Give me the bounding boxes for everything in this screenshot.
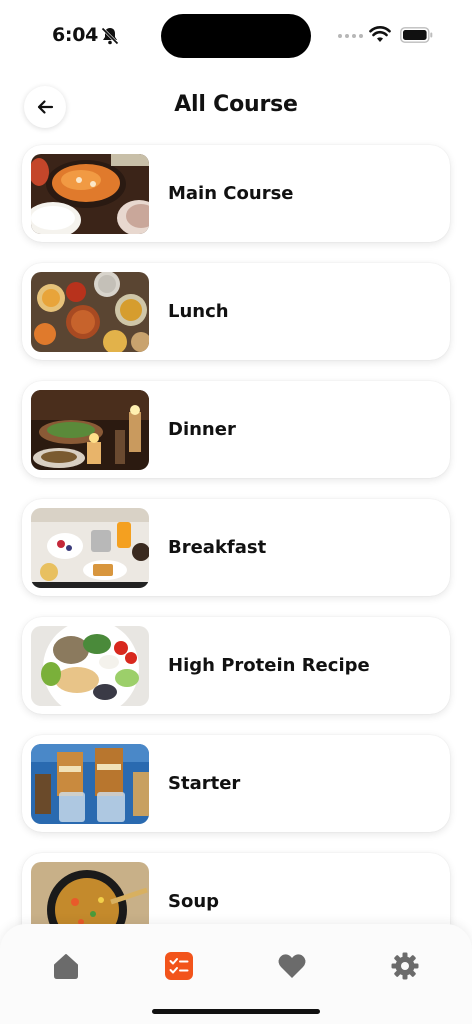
course-image — [31, 272, 149, 352]
nav-courses[interactable] — [163, 950, 195, 982]
status-time: 6:04 — [52, 24, 99, 46]
course-label: Breakfast — [168, 537, 267, 558]
course-image — [31, 508, 149, 588]
course-label: High Protein Recipe — [168, 655, 370, 676]
course-card-lunch[interactable]: Lunch — [22, 263, 450, 360]
heart-icon — [278, 954, 306, 978]
course-image — [31, 626, 149, 706]
bottom-nav — [0, 924, 472, 1024]
course-image — [31, 154, 149, 234]
course-label: Main Course — [168, 183, 294, 204]
gear-icon — [391, 952, 419, 980]
home-icon — [54, 954, 78, 979]
nav-settings[interactable] — [389, 950, 421, 982]
course-card-main-course[interactable]: Main Course — [22, 145, 450, 242]
course-label: Soup — [168, 891, 220, 912]
nav-home[interactable] — [50, 950, 82, 982]
status-bar: 6:04 — [0, 0, 472, 72]
course-image — [31, 744, 149, 824]
nav-favorites[interactable] — [276, 950, 308, 982]
dynamic-island — [161, 14, 311, 58]
home-indicator — [152, 1009, 320, 1014]
wifi-icon — [369, 26, 391, 42]
course-card-breakfast[interactable]: Breakfast — [22, 499, 450, 596]
cellular-signal-icon — [338, 34, 363, 38]
bell-off-icon — [100, 26, 120, 46]
course-card-starter[interactable]: Starter — [22, 735, 450, 832]
course-label: Starter — [168, 773, 241, 794]
course-image — [31, 390, 149, 470]
course-label: Lunch — [168, 301, 229, 322]
battery-icon — [400, 27, 433, 43]
checklist-icon — [165, 952, 193, 980]
page-title: All Course — [174, 92, 298, 117]
course-label: Dinner — [168, 419, 236, 440]
course-card-high-protein-recipe[interactable]: High Protein Recipe — [22, 617, 450, 714]
course-card-dinner[interactable]: Dinner — [22, 381, 450, 478]
